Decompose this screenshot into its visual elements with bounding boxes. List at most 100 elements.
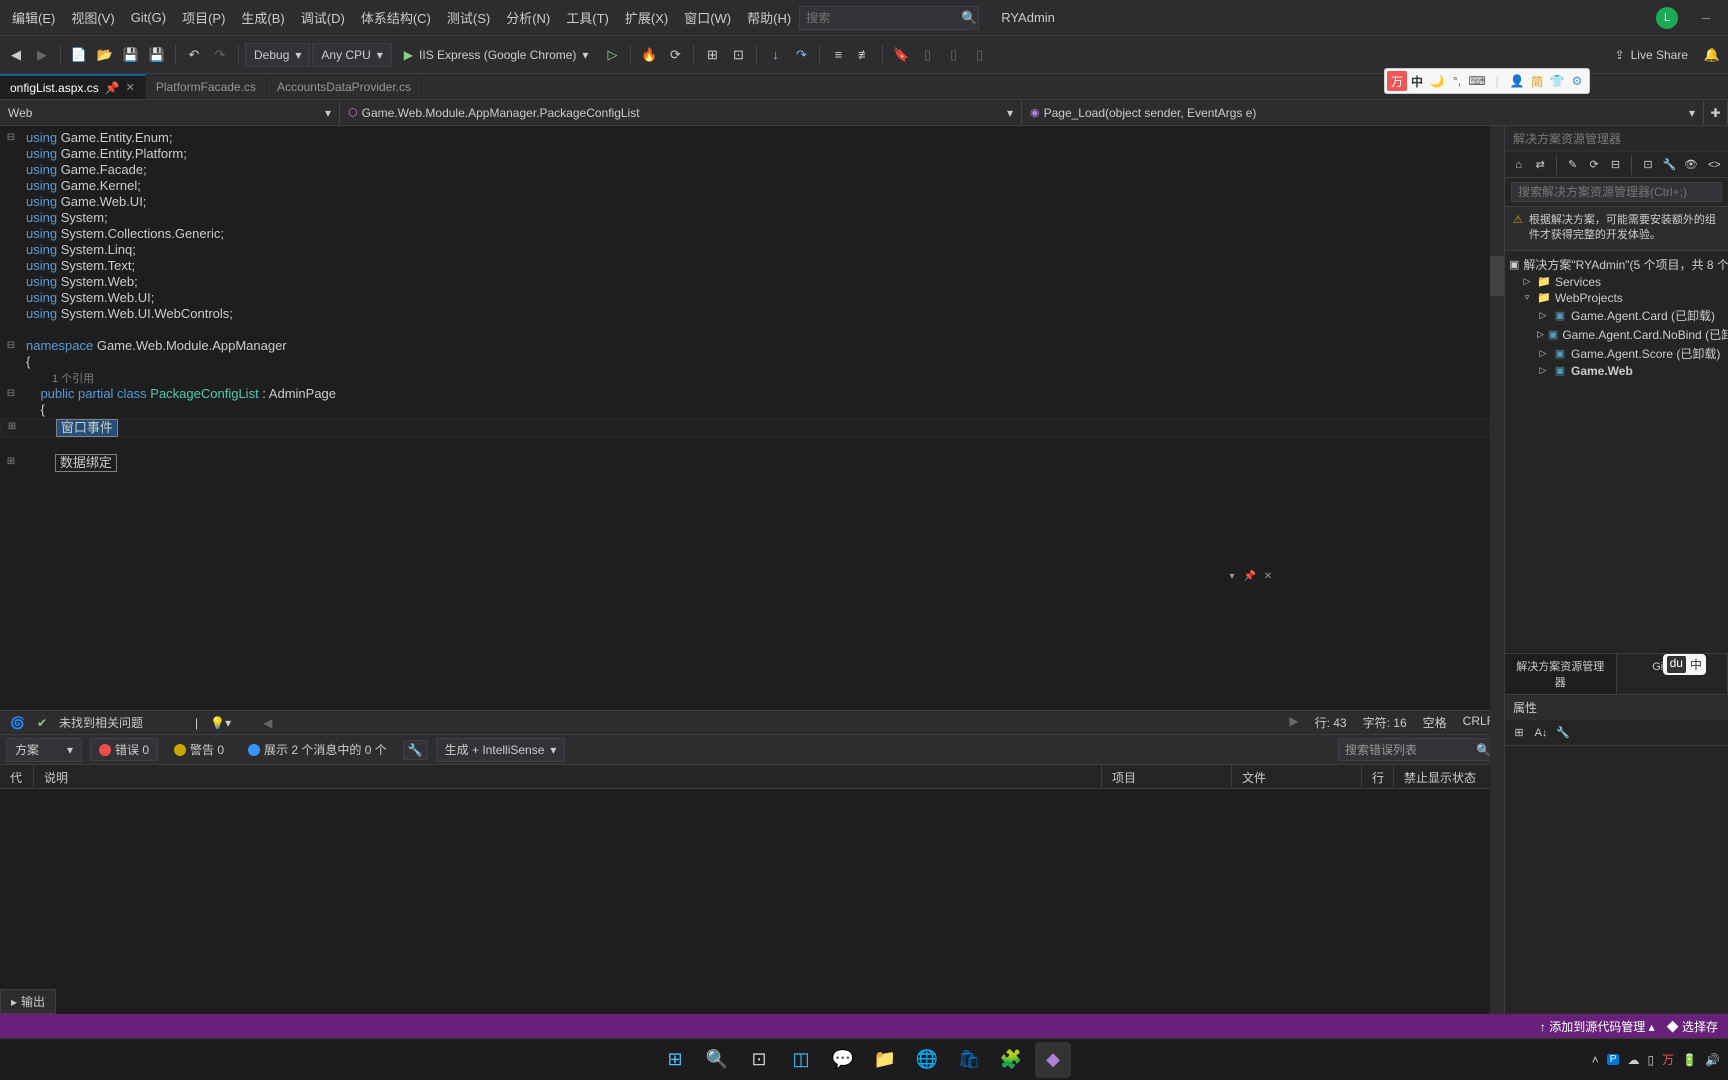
tray-volume-icon[interactable]: 🔊 (1705, 1053, 1720, 1067)
sync-icon[interactable]: ⟳ (1584, 155, 1603, 175)
lightbulb-icon[interactable]: 💡▾ (210, 716, 231, 730)
edge-icon[interactable]: 🌐 (909, 1042, 945, 1078)
app-icon[interactable]: 🧩 (993, 1042, 1029, 1078)
open-icon[interactable]: 📂 (93, 43, 117, 67)
redo-icon[interactable]: ↷ (208, 43, 232, 67)
tree-node[interactable]: ▷📁Services (1505, 274, 1728, 290)
repo-button[interactable]: ◆ 选择存 (1667, 1018, 1718, 1035)
user-avatar[interactable]: L (1656, 7, 1678, 29)
col-suppress[interactable]: 禁止显示状态 (1394, 765, 1504, 788)
solution-search-input[interactable] (1511, 182, 1722, 202)
scope-dropdown[interactable]: 方案▾ (6, 738, 82, 762)
tb-icon[interactable]: ▯ (967, 43, 991, 67)
col-project[interactable]: 项目 (1102, 765, 1232, 788)
scroll-right-icon[interactable]: ▶ (1289, 714, 1298, 731)
liveshare-button[interactable]: ⇪ Live Share (1605, 44, 1698, 66)
start-button[interactable]: ⊞ (657, 1042, 693, 1078)
col-file[interactable]: 文件 (1232, 765, 1362, 788)
menu-window[interactable]: 窗口(W) (676, 2, 739, 33)
hot-reload-icon[interactable]: 🔥 (637, 43, 661, 67)
issues-text[interactable]: 未找到相关问题 (59, 714, 143, 731)
tab-solution-explorer[interactable]: 解决方案资源管理器 (1505, 654, 1617, 694)
tab-configlist[interactable]: onfigList.aspx.cs 📌 ✕ (0, 74, 146, 99)
code-editor[interactable]: ⊟using Game.Entity.Enum;using Game.Entit… (0, 126, 1504, 710)
tab-platformfacade[interactable]: PlatformFacade.cs (146, 74, 267, 99)
properties-icon[interactable]: 🔧 (1660, 155, 1679, 175)
ime-toolbar[interactable]: 万 中 🌙 °, ⌨ | 👤 简 👕 ⚙ (1384, 68, 1590, 94)
panel-pin-icon[interactable]: 📌 (1242, 568, 1258, 584)
status-line[interactable]: 行: 43 (1315, 714, 1347, 731)
messages-filter[interactable]: 展示 2 个消息中的 0 个 (240, 739, 395, 760)
menu-view[interactable]: 视图(V) (63, 2, 122, 33)
vs-icon[interactable]: ◆ (1035, 1042, 1071, 1078)
build-intellisense-dropdown[interactable]: 生成 + IntelliSense▾ (436, 738, 566, 762)
bc-namespace[interactable]: ⬡Game.Web.Module.AppManager.PackageConfi… (340, 100, 1022, 125)
alphabetical-icon[interactable]: A↓ (1531, 723, 1551, 743)
store-icon[interactable]: 🛍 (951, 1042, 987, 1078)
tree-node[interactable]: ▷▣Game.Web (1505, 363, 1728, 379)
ime-punct-icon[interactable]: °, (1447, 71, 1467, 91)
tb-icon[interactable]: ⊞ (700, 43, 724, 67)
status-indent[interactable]: 空格 (1423, 714, 1447, 731)
run-noattach-icon[interactable]: ▷ (600, 43, 624, 67)
widgets-icon[interactable]: ◫ (783, 1042, 819, 1078)
browser-link-icon[interactable]: ⟳ (663, 43, 687, 67)
comment-icon[interactable]: ≡ (826, 43, 850, 67)
tree-node[interactable]: ▷▣Game.Agent.Card.NoBind (已卸载) (1505, 325, 1728, 344)
categorize-icon[interactable]: ⊞ (1509, 723, 1529, 743)
bc-split[interactable]: ✚ (1704, 100, 1728, 125)
tray-wanfang-icon[interactable]: 万 (1662, 1051, 1674, 1068)
menu-project[interactable]: 项目(P) (174, 2, 233, 33)
pin-icon[interactable]: 📌 (105, 81, 120, 95)
ime-user-icon[interactable]: 👤 (1507, 71, 1527, 91)
bc-project[interactable]: Web▾ (0, 100, 340, 125)
menu-extensions[interactable]: 扩展(X) (617, 2, 676, 33)
issues-icon[interactable]: 🌀 (10, 716, 25, 730)
status-col[interactable]: 字符: 16 (1363, 714, 1407, 731)
close-icon[interactable]: ✕ (126, 81, 135, 94)
forward-icon[interactable]: ▶ (30, 43, 54, 67)
warnings-filter[interactable]: 警告 0 (166, 739, 232, 760)
ime-keyboard-icon[interactable]: ⌨ (1467, 71, 1487, 91)
platform-dropdown[interactable]: Any CPU▾ (312, 43, 391, 67)
switch-view-icon[interactable]: ⇄ (1530, 155, 1549, 175)
tray-icon[interactable]: ▯ (1647, 1053, 1654, 1067)
errors-filter[interactable]: 错误 0 (90, 738, 158, 761)
panel-close-icon[interactable]: ✕ (1260, 568, 1276, 584)
menu-help[interactable]: 帮助(H) (739, 2, 799, 33)
bookmark-icon[interactable]: 🔖 (889, 43, 913, 67)
tab-accountsdataprovider[interactable]: AccountsDataProvider.cs (267, 74, 422, 99)
ime-lang-icon[interactable]: 中 (1407, 71, 1427, 91)
uncomment-icon[interactable]: ≢ (852, 43, 876, 67)
error-search[interactable]: 搜索错误列表🔍 (1338, 738, 1498, 761)
global-search[interactable]: 🔍 (799, 6, 979, 30)
menu-arch[interactable]: 体系结构(C) (353, 2, 439, 33)
new-icon[interactable]: 📄 (67, 43, 91, 67)
menu-edit[interactable]: 编辑(E) (4, 2, 63, 33)
tb-icon[interactable]: ▯ (915, 43, 939, 67)
preview-icon[interactable]: 👁 (1681, 155, 1700, 175)
tray-app-icon[interactable]: P (1607, 1054, 1620, 1065)
back-icon[interactable]: ◀ (4, 43, 28, 67)
scroll-left-icon[interactable]: ◀ (263, 716, 272, 730)
undo-icon[interactable]: ↶ (182, 43, 206, 67)
tree-node[interactable]: ▷▣Game.Agent.Score (已卸载) (1505, 344, 1728, 363)
tree-node[interactable]: ▿📁WebProjects (1505, 290, 1728, 306)
menu-build[interactable]: 生成(B) (233, 2, 292, 33)
src-control-button[interactable]: ↑ 添加到源代码管理 ▴ (1540, 1018, 1655, 1035)
ime-moon-icon[interactable]: 🌙 (1427, 71, 1447, 91)
tray-expand-icon[interactable]: ˄ (1592, 1053, 1599, 1067)
bc-member[interactable]: ◉Page_Load(object sender, EventArgs e)▾ (1022, 100, 1704, 125)
ime-shirt-icon[interactable]: 👕 (1547, 71, 1567, 91)
notifications-icon[interactable]: 🔔 (1700, 43, 1724, 67)
solution-name[interactable]: RYAdmin (991, 6, 1065, 29)
ime-gear-icon[interactable]: ⚙ (1567, 71, 1587, 91)
menu-debug[interactable]: 调试(D) (293, 2, 353, 33)
save-all-icon[interactable]: 💾 (145, 43, 169, 67)
search-input[interactable] (806, 11, 961, 25)
props-page-icon[interactable]: 🔧 (1553, 723, 1573, 743)
save-icon[interactable]: 💾 (119, 43, 143, 67)
home-icon[interactable]: ⌂ (1509, 155, 1528, 175)
tray-onedrive-icon[interactable]: ☁ (1627, 1053, 1639, 1067)
chat-icon[interactable]: 💬 (825, 1042, 861, 1078)
